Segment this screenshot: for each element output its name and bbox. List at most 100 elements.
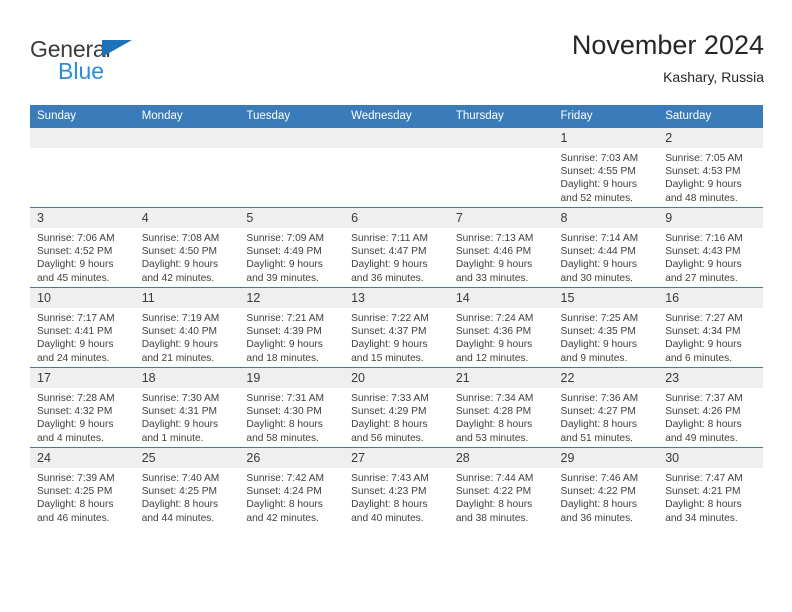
sunset-text: Sunset: 4:31 PM [141, 406, 218, 418]
daylight-text-line1: Daylight: 8 hours [665, 499, 742, 511]
daylight-text-line2: and 24 minutes. [37, 352, 110, 364]
calendar-day-cell[interactable]: 17 Sunrise: 7:28 AM Sunset: 4:32 PM Dayligh… [30, 367, 135, 448]
day-cell-content: 21 Sunrise: 7:34 AM Sunset: 4:28 PM Dayligh… [448, 368, 554, 447]
day-cell-content [448, 128, 554, 207]
calendar-day-cell[interactable]: 30 Sunrise: 7:47 AM Sunset: 4:21 PM Dayligh… [658, 447, 763, 527]
logo-word-general: General [30, 36, 111, 62]
sunrise-text: Sunrise: 7:08 AM [141, 233, 220, 244]
sunrise-text: Sunrise: 7:13 AM [455, 233, 534, 244]
daylight-text-line1: Daylight: 9 hours [665, 179, 742, 191]
daylight-text-line1: Daylight: 9 hours [37, 339, 114, 351]
daylight-text-line1: Daylight: 9 hours [455, 259, 533, 271]
calendar-day-cell[interactable]: 24 Sunrise: 7:39 AM Sunset: 4:25 PM Dayligh… [30, 447, 135, 527]
day-cell-content: 19 Sunrise: 7:31 AM Sunset: 4:30 PM Dayligh… [239, 368, 345, 447]
calendar-day-cell[interactable]: 23 Sunrise: 7:37 AM Sunset: 4:26 PM Dayligh… [658, 367, 763, 448]
calendar-day-cell[interactable]: 21 Sunrise: 7:34 AM Sunset: 4:28 PM Dayligh… [448, 367, 554, 448]
day-cell-content: 18 Sunrise: 7:30 AM Sunset: 4:31 PM Dayligh… [134, 368, 240, 447]
sunrise-text: Sunrise: 7:28 AM [37, 393, 115, 404]
general-blue-logo[interactable]: General Blue [30, 36, 210, 92]
calendar-week-row: 24 Sunrise: 7:39 AM Sunset: 4:25 PM Dayligh… [30, 447, 763, 527]
calendar-day-cell[interactable]: 14 Sunrise: 7:24 AM Sunset: 4:36 PM Dayligh… [448, 287, 554, 368]
day-cell-content: 26 Sunrise: 7:42 AM Sunset: 4:24 PM Dayligh… [239, 448, 345, 527]
page-title: November 2024 [571, 30, 764, 60]
sunset-text: Sunset: 4:46 PM [455, 246, 532, 258]
sunset-text: Sunset: 4:53 PM [665, 166, 741, 178]
calendar-day-cell[interactable]: 22 Sunrise: 7:36 AM Sunset: 4:27 PM Dayligh… [553, 367, 659, 448]
day-cell-content: 22 Sunrise: 7:36 AM Sunset: 4:27 PM Dayligh… [553, 368, 659, 447]
calendar-day-cell[interactable]: 10 Sunrise: 7:17 AM Sunset: 4:41 PM Dayligh… [30, 287, 135, 368]
day-number: 27 [344, 448, 449, 468]
daylight-text-line1: Daylight: 9 hours [560, 179, 637, 191]
sunset-text: Sunset: 4:37 PM [351, 326, 427, 338]
daylight-text-line2: and 1 minute. [141, 432, 204, 444]
calendar-day-cell[interactable]: 20 Sunrise: 7:33 AM Sunset: 4:29 PM Dayligh… [344, 367, 449, 448]
day-cell-content: 30 Sunrise: 7:47 AM Sunset: 4:21 PM Dayligh… [658, 448, 763, 527]
logo-top-row: General [30, 36, 210, 62]
calendar-day-cell[interactable]: 25 Sunrise: 7:40 AM Sunset: 4:25 PM Dayligh… [134, 447, 240, 527]
day-cell-content: 14 Sunrise: 7:24 AM Sunset: 4:36 PM Dayligh… [448, 288, 554, 367]
day-number: 8 [553, 208, 659, 228]
weekday-header-thursday: Thursday [448, 105, 554, 128]
calendar-day-cell[interactable]: 4 Sunrise: 7:08 AM Sunset: 4:50 PM Daylight… [134, 207, 240, 288]
calendar-day-cell[interactable]: 28 Sunrise: 7:44 AM Sunset: 4:22 PM Dayligh… [448, 447, 554, 527]
day-astronomy-info: Sunrise: 7:30 AM Sunset: 4:31 PM Daylight:… [135, 388, 240, 445]
daylight-text-line2: and 15 minutes. [351, 352, 424, 364]
day-number: 20 [344, 368, 449, 388]
sunrise-text: Sunrise: 7:31 AM [246, 393, 324, 404]
calendar-day-cell[interactable]: 27 Sunrise: 7:43 AM Sunset: 4:23 PM Dayligh… [344, 447, 449, 527]
day-number: 12 [239, 288, 345, 308]
calendar-day-cell[interactable]: 13 Sunrise: 7:22 AM Sunset: 4:37 PM Dayligh… [344, 287, 449, 368]
calendar-day-cell[interactable]: 18 Sunrise: 7:30 AM Sunset: 4:31 PM Dayligh… [134, 367, 240, 448]
daylight-text-line1: Daylight: 9 hours [141, 419, 219, 431]
calendar-day-cell[interactable]: 7 Sunrise: 7:13 AM Sunset: 4:46 PM Daylight… [448, 207, 554, 288]
sunset-text: Sunset: 4:50 PM [141, 246, 218, 258]
day-astronomy-info: Sunrise: 7:37 AM Sunset: 4:26 PM Daylight:… [658, 388, 763, 445]
calendar-day-cell[interactable]: 8 Sunrise: 7:14 AM Sunset: 4:44 PM Daylight… [553, 207, 659, 288]
calendar-day-cell[interactable]: 6 Sunrise: 7:11 AM Sunset: 4:47 PM Daylight… [344, 207, 449, 288]
day-cell-content [30, 128, 135, 207]
day-cell-content [344, 128, 449, 207]
calendar-day-cell[interactable]: 26 Sunrise: 7:42 AM Sunset: 4:24 PM Dayligh… [239, 447, 345, 527]
daylight-text-line2: and 4 minutes. [37, 432, 104, 444]
sunset-text: Sunset: 4:32 PM [37, 406, 113, 418]
sunset-text: Sunset: 4:25 PM [141, 486, 218, 498]
day-astronomy-info: Sunrise: 7:34 AM Sunset: 4:28 PM Daylight:… [449, 388, 554, 445]
daylight-text-line1: Daylight: 8 hours [455, 419, 533, 431]
calendar-day-cell[interactable]: 1 Sunrise: 7:03 AM Sunset: 4:55 PM Daylight… [553, 127, 659, 208]
triangle-icon [102, 40, 132, 57]
calendar-day-cell[interactable]: 9 Sunrise: 7:16 AM Sunset: 4:43 PM Daylight… [658, 207, 763, 288]
sunset-text: Sunset: 4:43 PM [665, 246, 741, 258]
day-number: 24 [30, 448, 135, 468]
day-number: 25 [134, 448, 240, 468]
daylight-text-line2: and 53 minutes. [455, 432, 529, 444]
calendar-day-cell[interactable]: 15 Sunrise: 7:25 AM Sunset: 4:35 PM Dayligh… [553, 287, 659, 368]
day-number: 26 [239, 448, 345, 468]
daylight-text-line1: Daylight: 8 hours [455, 499, 533, 511]
day-astronomy-info: Sunrise: 7:13 AM Sunset: 4:46 PM Daylight:… [449, 228, 554, 285]
day-cell-content: 23 Sunrise: 7:37 AM Sunset: 4:26 PM Dayligh… [658, 368, 763, 447]
day-number: 19 [239, 368, 345, 388]
daylight-text-line1: Daylight: 9 hours [455, 339, 533, 351]
daylight-text-line1: Daylight: 9 hours [560, 339, 637, 351]
calendar-table: Sunday Monday Tuesday Wednesday Thursday… [30, 105, 763, 527]
daylight-text-line1: Daylight: 9 hours [141, 339, 219, 351]
daylight-text-line2: and 21 minutes. [141, 352, 215, 364]
daylight-text-line2: and 30 minutes. [560, 272, 634, 284]
sunrise-text: Sunrise: 7:33 AM [351, 393, 429, 404]
day-astronomy-info: Sunrise: 7:22 AM Sunset: 4:37 PM Daylight:… [344, 308, 449, 365]
calendar-day-cell-empty [344, 127, 449, 208]
calendar-day-cell[interactable]: 29 Sunrise: 7:46 AM Sunset: 4:22 PM Dayligh… [553, 447, 659, 527]
calendar-day-cell[interactable]: 2 Sunrise: 7:05 AM Sunset: 4:53 PM Daylight… [658, 127, 763, 208]
day-astronomy-info: Sunrise: 7:03 AM Sunset: 4:55 PM Daylight:… [554, 148, 659, 205]
daylight-text-line1: Daylight: 8 hours [351, 419, 428, 431]
calendar-day-cell[interactable]: 3 Sunrise: 7:06 AM Sunset: 4:52 PM Daylight… [30, 207, 135, 288]
calendar-day-cell[interactable]: 16 Sunrise: 7:27 AM Sunset: 4:34 PM Dayligh… [658, 287, 763, 368]
calendar-day-cell[interactable]: 19 Sunrise: 7:31 AM Sunset: 4:30 PM Dayligh… [239, 367, 345, 448]
calendar-day-cell[interactable]: 12 Sunrise: 7:21 AM Sunset: 4:39 PM Dayligh… [239, 287, 345, 368]
sunset-text: Sunset: 4:41 PM [37, 326, 113, 338]
daylight-text-line1: Daylight: 9 hours [351, 339, 428, 351]
daylight-text-line2: and 42 minutes. [246, 512, 319, 524]
calendar-day-cell[interactable]: 5 Sunrise: 7:09 AM Sunset: 4:49 PM Daylight… [239, 207, 345, 288]
calendar-day-cell[interactable]: 11 Sunrise: 7:19 AM Sunset: 4:40 PM Dayligh… [134, 287, 240, 368]
sunrise-text: Sunrise: 7:06 AM [37, 233, 115, 244]
